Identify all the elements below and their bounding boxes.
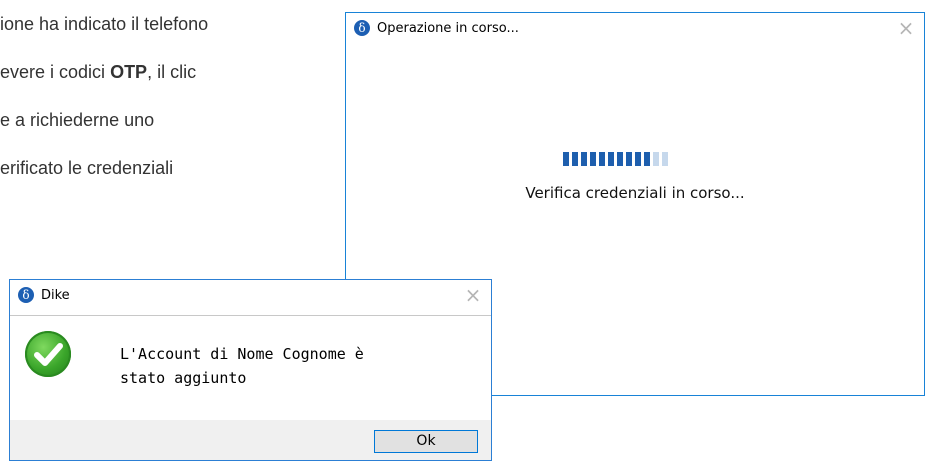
ok-button[interactable]: Ok — [374, 430, 478, 453]
message-line-1: L'Account di Nome Cognome è — [120, 345, 364, 363]
dike-dialog-titlebar[interactable]: δ Dike × — [10, 280, 491, 311]
progress-segment — [635, 152, 641, 166]
dike-app-icon: δ — [18, 287, 34, 303]
progress-segment — [662, 152, 668, 166]
progress-segment — [599, 152, 605, 166]
doc-line-1-text: ione ha indicato il telefono — [0, 14, 209, 34]
dike-dialog-message: L'Account di Nome Cognome è stato aggiun… — [120, 342, 450, 390]
dike-dialog-footer: Ok — [10, 420, 491, 460]
check-icon — [25, 331, 71, 377]
doc-line-2-after: , il clic — [147, 62, 197, 82]
doc-line-1: ione ha indicato il telefono — [0, 14, 208, 35]
progress-segment — [581, 152, 587, 166]
dike-dialog: δ Dike × L'Account di Nome Cognome è sta… — [9, 279, 492, 461]
dike-app-icon: δ — [354, 20, 370, 36]
message-line-2: stato aggiunto — [120, 369, 247, 387]
progress-segment — [617, 152, 623, 166]
doc-line-4-text: erificato le credenziali — [0, 158, 174, 178]
doc-line-3-text: e a richiederne uno — [0, 110, 155, 130]
doc-line-3: e a richiederne uno — [0, 110, 154, 131]
progress-status-text: Verifica credenziali in corso... — [525, 184, 745, 202]
dike-dialog-title: Dike — [41, 288, 70, 303]
progress-segment — [608, 152, 614, 166]
progress-window-title: Operazione in corso... — [377, 21, 519, 36]
close-icon[interactable]: × — [461, 283, 485, 307]
progress-segment — [590, 152, 596, 166]
progress-window-titlebar[interactable]: δ Operazione in corso... × — [346, 13, 924, 44]
progress-segment — [644, 152, 650, 166]
progress-segment — [653, 152, 659, 166]
doc-line-2-bold: OTP — [110, 62, 148, 82]
close-icon[interactable]: × — [894, 16, 918, 40]
progress-segment — [626, 152, 632, 166]
doc-line-2: evere i codici OTP, il clic — [0, 62, 196, 83]
progress-bar — [563, 152, 671, 166]
dike-dialog-message-area: L'Account di Nome Cognome è stato aggiun… — [10, 315, 491, 421]
progress-segment — [563, 152, 569, 166]
doc-line-4: erificato le credenziali — [0, 158, 173, 179]
progress-segment — [572, 152, 578, 166]
doc-line-2-text: evere i codici — [0, 62, 111, 82]
